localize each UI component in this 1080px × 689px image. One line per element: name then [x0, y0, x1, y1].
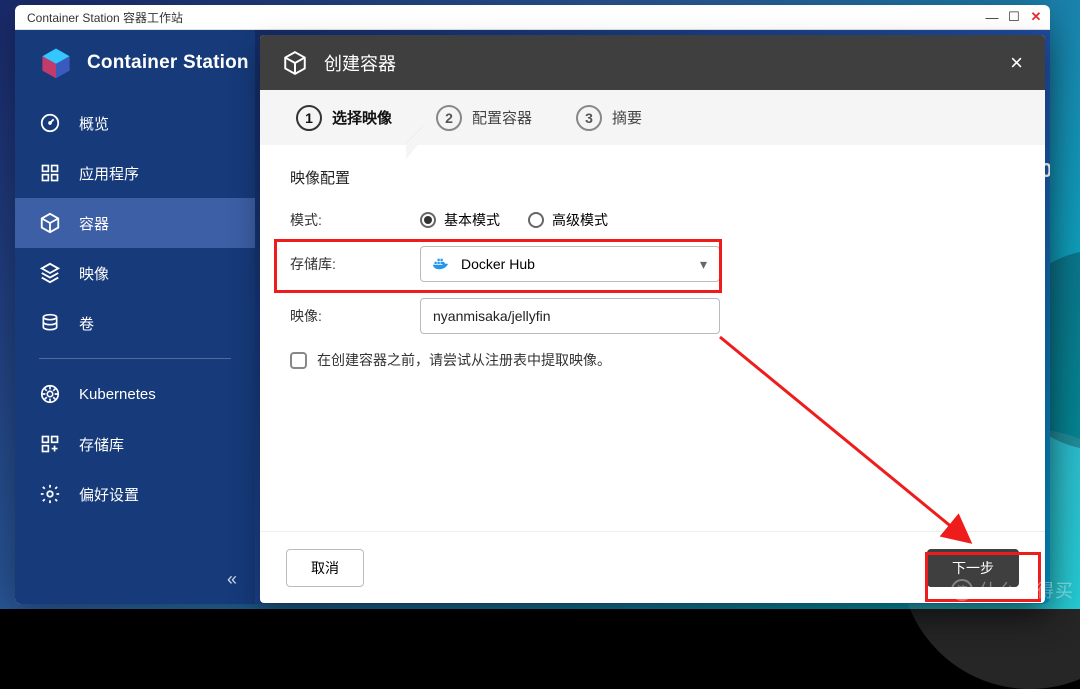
- modal-header: 创建容器 ×: [260, 35, 1045, 90]
- layers-icon: [39, 262, 61, 284]
- sidebar-item-label: 容器: [79, 213, 109, 234]
- image-input[interactable]: [420, 298, 720, 334]
- step-number-icon: 3: [576, 105, 602, 131]
- brand-name: Container Station: [87, 52, 249, 74]
- step-bar: 1 选择映像 2 配置容器 3 摘要: [260, 90, 1045, 145]
- sidebar-item-label: 映像: [79, 263, 109, 284]
- sidebar-item-kubernetes[interactable]: Kubernetes: [15, 369, 255, 419]
- sidebar-item-label: 卷: [79, 313, 94, 334]
- window-titlebar: Container Station 容器工作站 — ☐ ✕: [15, 5, 1050, 30]
- radio-advanced-mode[interactable]: 高级模式: [528, 210, 608, 230]
- step-label: 配置容器: [472, 107, 532, 128]
- radio-dot-icon: [420, 212, 436, 228]
- repository-select[interactable]: Docker Hub ▾: [420, 246, 720, 282]
- collapse-sidebar-icon[interactable]: «: [227, 569, 237, 590]
- sidebar-item-registries[interactable]: 存储库: [15, 419, 255, 469]
- radio-label: 高级模式: [552, 210, 608, 230]
- modal-title: 创建容器: [324, 50, 396, 76]
- sidebar-item-preferences[interactable]: 偏好设置: [15, 469, 255, 519]
- window-title: Container Station 容器工作站: [27, 9, 183, 26]
- radio-label: 基本模式: [444, 210, 500, 230]
- step-number-icon: 2: [436, 105, 462, 131]
- helm-icon: [39, 383, 61, 405]
- repository-label: 存储库:: [290, 254, 420, 274]
- sidebar: Container Station 概览 应用程序 容器: [15, 30, 255, 604]
- create-container-modal: 创建容器 × 1 选择映像 2 配置容器 3 摘要 映像配置 模式: 基本模式: [260, 35, 1045, 603]
- sidebar-item-label: 概览: [79, 113, 109, 134]
- sidebar-item-label: Kubernetes: [79, 386, 156, 403]
- sidebar-divider: [39, 358, 231, 359]
- mode-label: 模式:: [290, 210, 420, 230]
- step-1[interactable]: 1 选择映像: [274, 105, 414, 131]
- gauge-icon: [39, 112, 61, 134]
- pull-before-create-checkbox[interactable]: [290, 352, 307, 369]
- chevron-down-icon: ▾: [700, 256, 707, 273]
- docker-icon: [433, 257, 451, 271]
- section-title: 映像配置: [290, 167, 1015, 188]
- sidebar-item-label: 应用程序: [79, 163, 139, 184]
- minimize-button[interactable]: —: [984, 9, 1000, 25]
- sidebar-item-label: 偏好设置: [79, 484, 139, 505]
- database-icon: [39, 312, 61, 334]
- close-button[interactable]: ✕: [1028, 9, 1044, 25]
- repository-value: Docker Hub: [461, 256, 535, 272]
- step-number-icon: 1: [296, 105, 322, 131]
- registry-icon: [39, 433, 61, 455]
- maximize-button[interactable]: ☐: [1006, 9, 1022, 25]
- sidebar-item-label: 存储库: [79, 434, 124, 455]
- radio-dot-icon: [528, 212, 544, 228]
- cube-icon: [39, 212, 61, 234]
- step-label: 摘要: [612, 107, 642, 128]
- brand-row: Container Station: [15, 46, 255, 98]
- watermark-text: 什么值得买: [979, 577, 1074, 603]
- image-label: 映像:: [290, 306, 420, 326]
- sidebar-item-apps[interactable]: 应用程序: [15, 148, 255, 198]
- watermark: 值 什么值得买: [951, 577, 1074, 603]
- sidebar-item-images[interactable]: 映像: [15, 248, 255, 298]
- gear-icon: [39, 483, 61, 505]
- step-2[interactable]: 2 配置容器: [414, 105, 554, 131]
- step-3[interactable]: 3 摘要: [554, 105, 664, 131]
- apps-grid-icon: [39, 162, 61, 184]
- step-label: 选择映像: [332, 107, 392, 128]
- sidebar-item-volumes[interactable]: 卷: [15, 298, 255, 348]
- sidebar-item-overview[interactable]: 概览: [15, 98, 255, 148]
- checkbox-label: 在创建容器之前，请尝试从注册表中提取映像。: [317, 350, 611, 370]
- container-station-logo-icon: [39, 46, 73, 80]
- watermark-icon: 值: [951, 579, 973, 601]
- radio-basic-mode[interactable]: 基本模式: [420, 210, 500, 230]
- modal-close-icon[interactable]: ×: [1010, 50, 1023, 76]
- cube-icon: [282, 50, 308, 76]
- sidebar-item-containers[interactable]: 容器: [15, 198, 255, 248]
- cancel-button[interactable]: 取消: [286, 549, 364, 587]
